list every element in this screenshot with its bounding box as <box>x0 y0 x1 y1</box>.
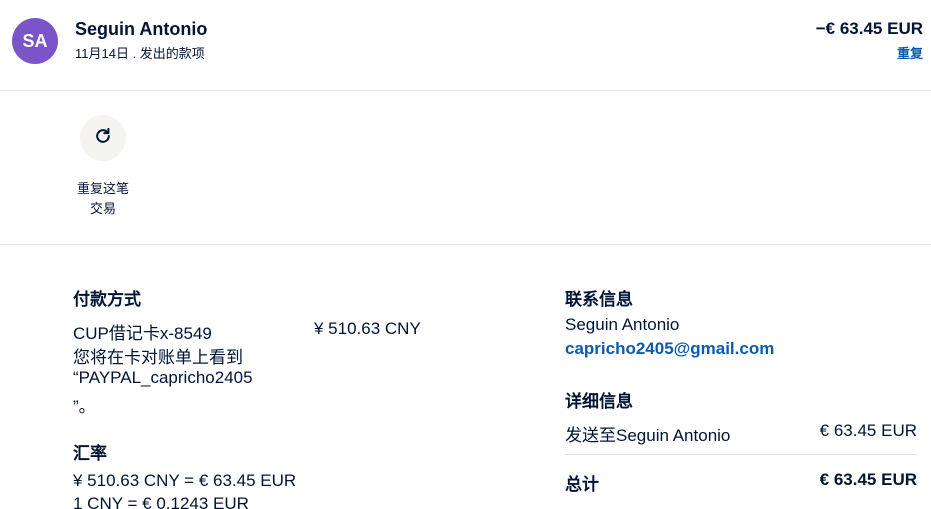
transaction-detail-page: SA Seguin Antonio 11月14日 . 发出的款项 −€ 63.4… <box>0 0 931 509</box>
details-title: 详细信息 <box>565 392 633 411</box>
contact-name: Seguin Antonio <box>565 315 680 334</box>
payment-method-title: 付款方式 <box>73 290 141 309</box>
details-divider <box>565 454 917 455</box>
payment-card: CUP借记卡x-8549 <box>73 324 212 343</box>
total-label: 总计 <box>565 475 599 494</box>
contact-info-title: 联系信息 <box>565 290 633 309</box>
repeat-transaction-button[interactable]: 重复这笔 交易 <box>60 115 146 219</box>
sent-to-label: 发送至Seguin Antonio <box>565 426 731 445</box>
actions-section: 重复这笔 交易 <box>0 91 931 245</box>
refresh-icon <box>93 126 113 151</box>
total-amount: € 63.45 EUR <box>819 470 917 489</box>
statement-note-line2: “PAYPAL_capricho2405 <box>73 368 253 387</box>
payment-amount-cny: ¥ 510.63 CNY <box>314 319 421 338</box>
sent-to-amount: € 63.45 EUR <box>819 421 917 440</box>
repeat-label-line1: 重复这笔 <box>76 181 129 196</box>
exchange-rate-line1: ¥ 510.63 CNY = € 63.45 EUR <box>73 471 297 490</box>
avatar: SA <box>12 18 58 64</box>
transaction-header: SA Seguin Antonio 11月14日 . 发出的款项 −€ 63.4… <box>0 0 931 91</box>
recipient-name: Seguin Antonio <box>75 19 208 39</box>
transaction-amount: −€ 63.45 EUR <box>815 19 923 38</box>
statement-note-line3: ”。 <box>73 397 96 416</box>
contact-email-link[interactable]: capricho2405@gmail.com <box>565 339 774 359</box>
exchange-rate-line2: 1 CNY = € 0.1243 EUR <box>73 494 249 509</box>
repeat-link[interactable]: 重复 <box>897 43 923 62</box>
exchange-rate-title: 汇率 <box>73 444 107 463</box>
repeat-button-circle[interactable] <box>80 115 126 161</box>
repeat-label-line2: 交易 <box>89 201 116 216</box>
repeat-transaction-label: 重复这笔 交易 <box>60 179 146 219</box>
statement-note-line1: 您将在卡对账单上看到 <box>73 348 243 367</box>
transaction-subtitle: 11月14日 . 发出的款项 <box>75 46 205 61</box>
